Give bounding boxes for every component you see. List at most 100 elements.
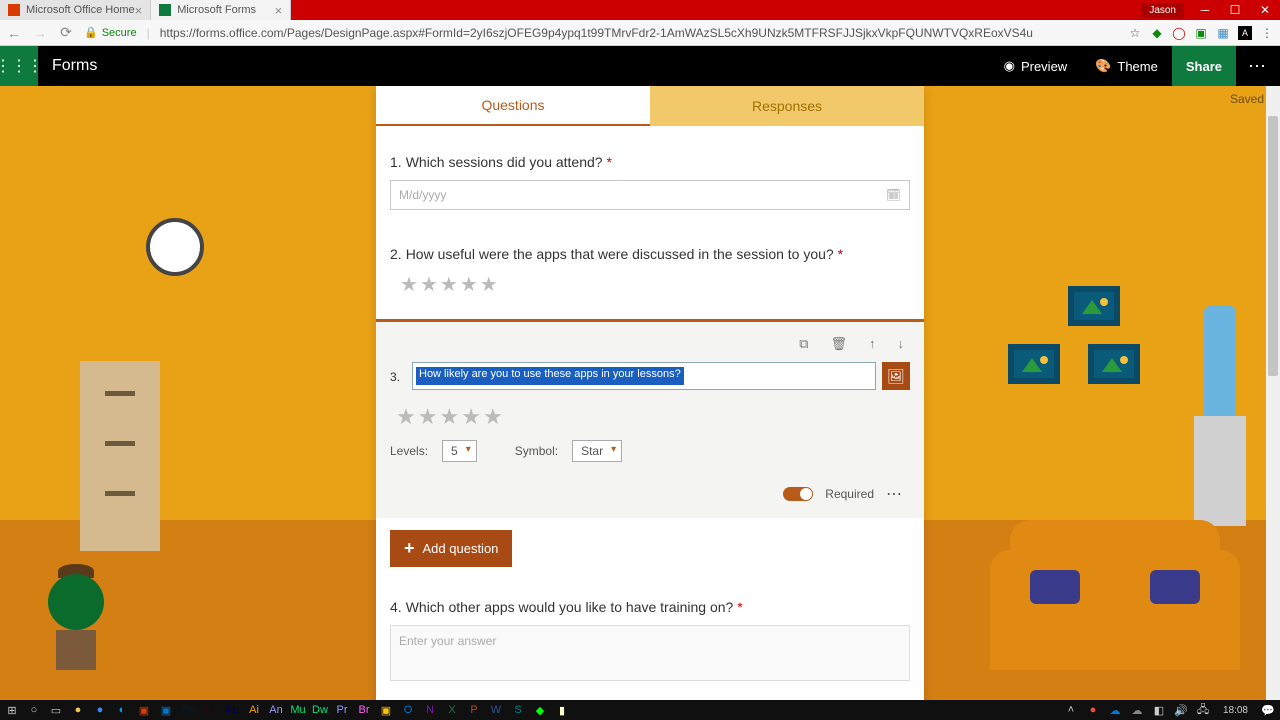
- preview-button[interactable]: ◉ Preview: [990, 46, 1082, 86]
- taskbar-app-icon[interactable]: ▣: [378, 702, 394, 718]
- taskbar-app-icon[interactable]: Pr: [334, 702, 350, 718]
- tab-close-icon[interactable]: ×: [275, 3, 283, 18]
- date-input[interactable]: M/d/yyyy 🗓: [390, 180, 910, 210]
- nav-reload-icon[interactable]: ⟳: [58, 24, 74, 41]
- lock-icon: 🔒: [84, 26, 98, 39]
- clock-icon: [146, 218, 204, 276]
- calendar-icon[interactable]: 🗓: [886, 188, 901, 202]
- tray-icon[interactable]: ●: [1085, 702, 1101, 718]
- tray-network-icon[interactable]: 🖧: [1195, 702, 1211, 718]
- browser-tab-forms[interactable]: Microsoft Forms ×: [151, 0, 291, 20]
- form-tabs: Questions Responses: [376, 86, 924, 126]
- ext-icon[interactable]: ◯: [1172, 26, 1186, 40]
- symbol-select[interactable]: Star: [572, 440, 622, 462]
- required-toggle[interactable]: [783, 487, 813, 501]
- levels-select[interactable]: 5: [442, 440, 477, 462]
- secure-indicator: 🔒 Secure: [84, 26, 137, 39]
- tray-notifications-icon[interactable]: 💬: [1260, 702, 1276, 718]
- ext-icon[interactable]: ◆: [1150, 26, 1164, 40]
- taskbar-app-icon[interactable]: Ai: [246, 702, 262, 718]
- taskbar-clock[interactable]: 18:08: [1217, 705, 1254, 716]
- taskbar-app-icon[interactable]: ◆: [532, 702, 548, 718]
- star-icon[interactable]: ★: [460, 272, 478, 297]
- url-text[interactable]: https://forms.office.com/Pages/DesignPag…: [160, 26, 1033, 40]
- window-close-icon[interactable]: ✕: [1250, 0, 1280, 20]
- taskbar-app-icon[interactable]: Mu: [290, 702, 306, 718]
- ext-icon[interactable]: ▣: [1194, 26, 1208, 40]
- browser-address-bar: ← → ⟳ 🔒 Secure | https://forms.office.co…: [0, 20, 1280, 46]
- tab-title: Microsoft Forms: [177, 4, 256, 16]
- taskbar-app-icon[interactable]: X: [444, 702, 460, 718]
- nav-back-icon[interactable]: ←: [6, 25, 22, 41]
- bg-couch: [990, 550, 1240, 670]
- cortana-icon[interactable]: ○: [26, 702, 42, 718]
- question-text-input[interactable]: How likely are you to use these apps in …: [412, 362, 876, 390]
- tray-icon[interactable]: ◧: [1151, 702, 1167, 718]
- taskbar-app-icon[interactable]: ●: [92, 702, 108, 718]
- taskview-icon[interactable]: ▭: [48, 702, 64, 718]
- browser-tab-office[interactable]: Microsoft Office Home ×: [0, 0, 151, 20]
- scrollbar-thumb[interactable]: [1268, 116, 1278, 376]
- share-button[interactable]: Share: [1172, 46, 1236, 86]
- start-icon[interactable]: ⊞: [4, 702, 20, 718]
- taskbar-app-icon[interactable]: Ps: [180, 702, 196, 718]
- window-maximize-icon[interactable]: ☐: [1220, 0, 1250, 20]
- taskbar-app-icon[interactable]: N: [422, 702, 438, 718]
- levels-label: Levels:: [390, 444, 428, 458]
- tray-onedrive-icon[interactable]: ☁: [1107, 702, 1123, 718]
- share-label: Share: [1186, 59, 1222, 74]
- app-name[interactable]: Forms: [38, 57, 111, 75]
- taskbar-app-icon[interactable]: ◐: [114, 702, 130, 718]
- taskbar-app-icon[interactable]: ▣: [158, 702, 174, 718]
- theme-button[interactable]: 🎨 Theme: [1081, 46, 1172, 86]
- taskbar-app-icon[interactable]: ▣: [136, 702, 152, 718]
- taskbar-app-icon[interactable]: ●: [70, 702, 86, 718]
- forms-app-header: ⋮⋮⋮ Forms ◉ Preview 🎨 Theme Share ⋯: [0, 46, 1280, 86]
- tab-questions[interactable]: Questions: [376, 86, 650, 126]
- ext-icon[interactable]: A: [1238, 26, 1252, 40]
- nav-forward-icon[interactable]: →: [32, 25, 48, 41]
- star-icon[interactable]: ★: [440, 272, 458, 297]
- taskbar-app-icon[interactable]: Ae: [224, 702, 240, 718]
- copy-icon[interactable]: ⧉: [799, 336, 808, 352]
- chrome-menu-icon[interactable]: ⋮: [1260, 26, 1274, 40]
- question-number: 4.: [390, 599, 402, 615]
- taskbar-app-icon[interactable]: An: [268, 702, 284, 718]
- window-minimize-icon[interactable]: ─: [1190, 0, 1220, 20]
- add-question-button[interactable]: + Add question: [390, 530, 512, 567]
- rating-stars[interactable]: ★★★★★: [400, 272, 910, 297]
- tray-volume-icon[interactable]: 🔊: [1173, 702, 1189, 718]
- star-icon[interactable]: ★: [400, 272, 418, 297]
- tray-icon[interactable]: ˄: [1063, 702, 1079, 718]
- app-launcher-icon[interactable]: ⋮⋮⋮: [0, 46, 38, 86]
- more-icon[interactable]: ⋯: [1236, 46, 1280, 86]
- delete-icon[interactable]: 🗑: [830, 336, 847, 352]
- tab-close-icon[interactable]: ×: [135, 3, 143, 18]
- taskbar-app-icon[interactable]: O: [400, 702, 416, 718]
- taskbar-app-icon[interactable]: Br: [356, 702, 372, 718]
- ext-icon[interactable]: ▦: [1216, 26, 1230, 40]
- text-answer-input[interactable]: Enter your answer: [390, 625, 910, 681]
- taskbar-app-icon[interactable]: P: [466, 702, 482, 718]
- taskbar-app-icon[interactable]: ▮: [554, 702, 570, 718]
- taskbar-app-icon[interactable]: Id: [202, 702, 218, 718]
- bg-watercooler: [1204, 306, 1236, 416]
- star-icon[interactable]: ☆: [1128, 26, 1142, 40]
- move-up-icon[interactable]: ↑: [869, 336, 876, 352]
- move-down-icon[interactable]: ↓: [898, 336, 905, 352]
- insert-media-icon[interactable]: 🖼: [882, 362, 910, 390]
- tab-responses[interactable]: Responses: [650, 86, 924, 126]
- tray-onedrive-icon[interactable]: ☁: [1129, 702, 1145, 718]
- taskbar-app-icon[interactable]: S: [510, 702, 526, 718]
- taskbar-app-icon[interactable]: Dw: [312, 702, 328, 718]
- vertical-scrollbar[interactable]: [1266, 86, 1280, 700]
- star-icon[interactable]: ★: [420, 272, 438, 297]
- answer-placeholder: Enter your answer: [399, 634, 496, 648]
- star-icon[interactable]: ★: [480, 272, 498, 297]
- forms-favicon-icon: [159, 4, 171, 16]
- taskbar-app-icon[interactable]: W: [488, 702, 504, 718]
- profile-badge[interactable]: Jason: [1141, 3, 1184, 18]
- question-toolbar: ⧉ 🗑 ↑ ↓: [390, 332, 910, 362]
- question-more-icon[interactable]: ⋯: [886, 484, 904, 504]
- form-canvas: Saved Questions Responses 1.Which sessio…: [0, 86, 1280, 700]
